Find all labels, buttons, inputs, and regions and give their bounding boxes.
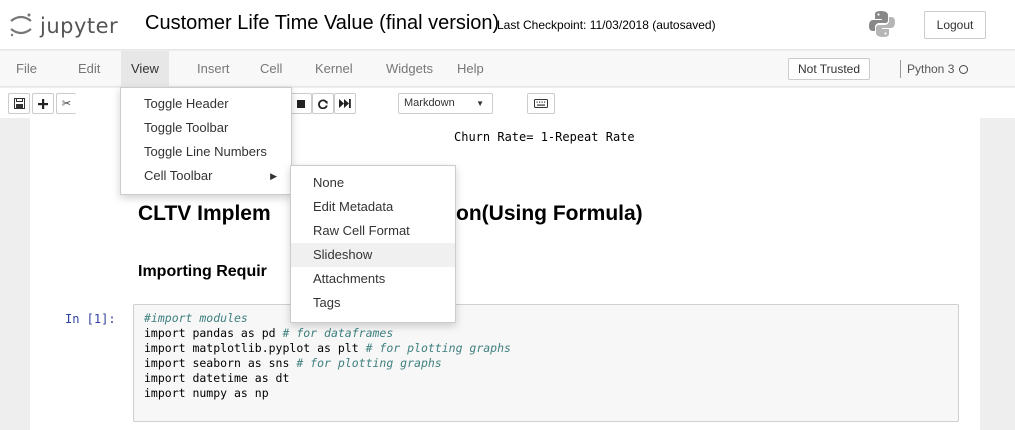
checkpoint-status: Last Checkpoint: 11/03/2018 (autosaved) (497, 18, 716, 32)
header: jupyter Customer Life Time Value (final … (0, 0, 1015, 50)
not-trusted-button[interactable]: Not Trusted (788, 58, 870, 80)
code-line: import datetime as dt (144, 371, 290, 385)
notebook-title[interactable]: Customer Life Time Value (final version) (145, 12, 499, 35)
python-logo-icon (869, 11, 895, 37)
menu-cell[interactable]: Cell (250, 51, 292, 87)
scissors-icon: ✂ (61, 98, 72, 110)
menu-view[interactable]: View (121, 51, 169, 87)
code-cell[interactable]: #import modules import pandas as pd # fo… (133, 304, 959, 422)
menu-file[interactable]: File (6, 51, 47, 87)
view-menu-dropdown: Toggle Header Toggle Toolbar Toggle Line… (120, 87, 292, 195)
churn-rate-text: Churn Rate= 1-Repeat Rate (454, 130, 635, 144)
stop-icon (297, 99, 305, 108)
submenu-tags[interactable]: Tags (291, 291, 455, 315)
cell-type-value: Markdown (404, 97, 455, 109)
submenu-none[interactable]: None (291, 171, 455, 195)
importing-heading: Importing Requir (138, 263, 267, 280)
restart-button[interactable] (312, 93, 334, 114)
jupyter-logo[interactable]: jupyter (8, 8, 133, 42)
keyboard-icon (534, 99, 548, 108)
save-icon (13, 98, 25, 109)
jupyter-orbit-icon (10, 13, 32, 37)
code-line: import matplotlib.pyplot as plt # for pl… (144, 341, 511, 355)
cut-button[interactable]: ✂ (56, 93, 76, 114)
kernel-name: Python 3 (907, 62, 955, 76)
scrollbar[interactable] (985, 118, 1015, 430)
menu-edit[interactable]: Edit (68, 51, 110, 87)
submenu-slideshow[interactable]: Slideshow (291, 243, 455, 267)
input-prompt: In [1]: (65, 312, 116, 326)
submenu-attachments[interactable]: Attachments (291, 267, 455, 291)
menubar: File Edit View Insert Cell Kernel Widget… (0, 51, 1015, 87)
code-line: import numpy as np (144, 386, 269, 400)
caret-down-icon: ▼ (476, 99, 484, 108)
code-line: import seaborn as sns # for plotting gra… (144, 356, 442, 370)
menu-widgets[interactable]: Widgets (376, 51, 443, 87)
logout-button[interactable]: Logout (924, 11, 986, 39)
restart-icon (318, 98, 328, 109)
cell-toolbar-item[interactable]: Cell Toolbar ▶ (121, 164, 291, 188)
kernel-indicator: Python 3 (900, 60, 969, 78)
caret-right-icon: ▶ (270, 171, 277, 181)
toggle-toolbar-item[interactable]: Toggle Toolbar (121, 116, 291, 140)
fast-forward-icon (339, 99, 351, 108)
interrupt-button[interactable] (290, 93, 312, 114)
toggle-header-item[interactable]: Toggle Header (121, 92, 291, 116)
toggle-line-numbers-item[interactable]: Toggle Line Numbers (121, 140, 291, 164)
command-palette-button[interactable] (527, 93, 555, 114)
cell-toolbar-label: Cell Toolbar (144, 168, 213, 183)
cell-toolbar-submenu: None Edit Metadata Raw Cell Format Slide… (290, 165, 456, 323)
submenu-raw-cell-format[interactable]: Raw Cell Format (291, 219, 455, 243)
logo-wordmark: jupyter (40, 14, 119, 38)
cltv-heading-left: CLTV Implem (138, 202, 271, 225)
insert-cell-button[interactable] (32, 93, 54, 114)
restart-run-all-button[interactable] (334, 93, 356, 114)
plus-icon (38, 98, 48, 109)
menu-kernel[interactable]: Kernel (305, 51, 363, 87)
code-line: import pandas as pd # for dataframes (144, 326, 394, 340)
submenu-edit-metadata[interactable]: Edit Metadata (291, 195, 455, 219)
kernel-idle-icon (959, 65, 969, 74)
cell-type-select[interactable]: Markdown ▼ (398, 93, 493, 114)
code-line: #import modules (144, 311, 248, 325)
save-button[interactable] (8, 93, 30, 114)
menu-insert[interactable]: Insert (187, 51, 240, 87)
cltv-heading-right: on(Using Formula) (456, 202, 643, 225)
menu-help[interactable]: Help (447, 51, 494, 87)
